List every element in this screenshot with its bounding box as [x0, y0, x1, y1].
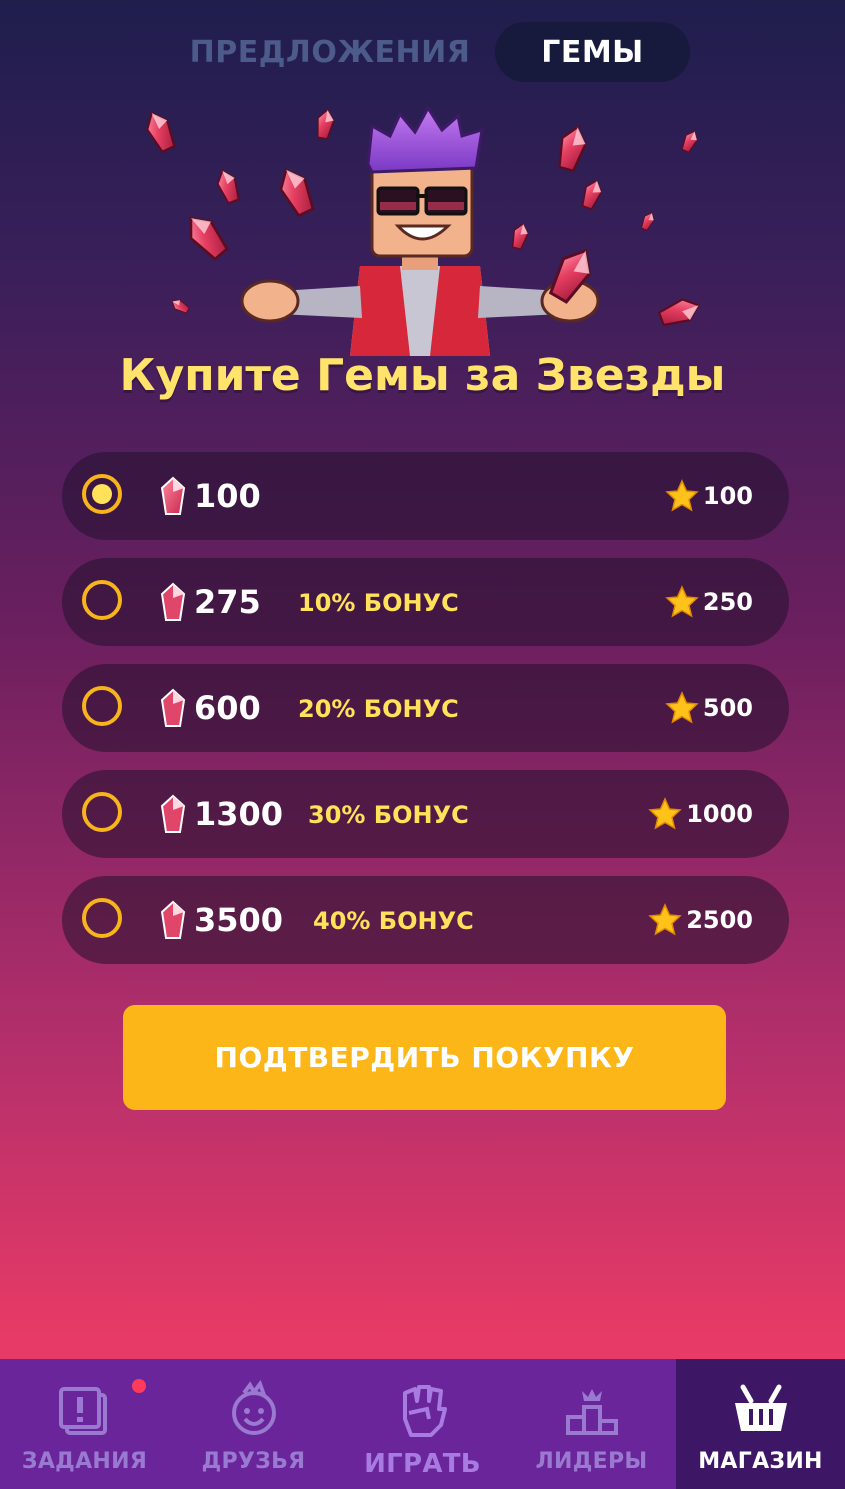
radio-button[interactable] [82, 792, 122, 832]
star-icon [665, 691, 699, 724]
nav-label: ЗАДАНИЯ [21, 1449, 148, 1474]
bonus-label: 30% БОНУС [308, 801, 469, 829]
gem-icon [160, 794, 186, 833]
basket-icon [734, 1384, 787, 1431]
nav-label: ЛИДЕРЫ [535, 1449, 648, 1474]
page-headline: Купите Гемы за Звезды [119, 350, 726, 401]
nav-label: МАГАЗИН [698, 1449, 823, 1474]
gem-package-option[interactable]: 1300 30% БОНУС 1000 [62, 770, 789, 858]
podium-icon [565, 1389, 618, 1435]
notification-dot [132, 1379, 146, 1393]
nav-item-friends[interactable]: ДРУЗЬЯ [169, 1359, 338, 1489]
price: 1000 [648, 794, 753, 834]
price: 500 [665, 688, 753, 728]
star-icon [648, 797, 682, 830]
tab-gems[interactable]: ГЕМЫ [495, 22, 690, 82]
nav-label: ИГРАТЬ [364, 1449, 481, 1479]
gem-package-option[interactable]: 100 100 [62, 452, 789, 540]
friends-icon [231, 1379, 276, 1435]
gem-package-option[interactable]: 3500 40% БОНУС 2500 [62, 876, 789, 964]
gem-icon [160, 582, 186, 621]
star-icon [665, 585, 699, 618]
price: 250 [665, 582, 753, 622]
shop-tabs: ПРЕДЛОЖЕНИЯ ГЕМЫ [0, 22, 845, 86]
price-value: 2500 [686, 906, 753, 934]
price: 2500 [648, 900, 753, 940]
gem-amount: 275 [194, 583, 261, 621]
radio-button-selected[interactable] [82, 474, 122, 514]
gem-icon [160, 476, 186, 515]
price-value: 1000 [686, 800, 753, 828]
star-icon [648, 903, 682, 936]
star-icon [665, 479, 699, 512]
gem-amount: 100 [194, 477, 261, 515]
gem-package-option[interactable]: 275 10% БОНУС 250 [62, 558, 789, 646]
gem-package-option[interactable]: 600 20% БОНУС 500 [62, 664, 789, 752]
nav-item-tasks[interactable]: ЗАДАНИЯ [0, 1359, 169, 1489]
bonus-label: 10% БОНУС [298, 589, 459, 617]
price-value: 250 [702, 588, 753, 616]
gem-icon [160, 900, 186, 939]
nav-item-play[interactable]: ИГРАТЬ [338, 1359, 507, 1489]
price-value: 100 [702, 482, 753, 510]
confirm-purchase-button[interactable]: ПОДТВЕРДИТЬ ПОКУПКУ [123, 1005, 726, 1110]
gem-amount: 600 [194, 689, 261, 727]
gem-amount: 1300 [194, 795, 284, 833]
fist-icon [402, 1385, 447, 1437]
gem-icon [160, 688, 186, 727]
bonus-label: 20% БОНУС [298, 695, 459, 723]
nav-item-leaders[interactable]: ЛИДЕРЫ [507, 1359, 676, 1489]
tasks-icon [58, 1387, 107, 1435]
radio-button[interactable] [82, 898, 122, 938]
bonus-label: 40% БОНУС [313, 907, 474, 935]
bottom-navigation: ЗАДАНИЯ ДРУЗЬЯ ИГРАТЬ ЛИДЕРЫ МАГАЗИН [0, 1359, 845, 1489]
price-value: 500 [702, 694, 753, 722]
radio-button[interactable] [82, 580, 122, 620]
radio-button[interactable] [82, 686, 122, 726]
nav-label: ДРУЗЬЯ [201, 1449, 306, 1474]
gem-amount: 3500 [194, 901, 284, 939]
gem-package-list: 100 100 275 10% БОНУС 250 600 20% БОНУС … [62, 452, 789, 982]
shop-screen: ПРЕДЛОЖЕНИЯ ГЕМЫ Купите Гемы за Звезды 1… [0, 0, 845, 1489]
price: 100 [665, 476, 753, 516]
hero-character-illustration [140, 105, 704, 356]
tab-offers[interactable]: ПРЕДЛОЖЕНИЯ [180, 22, 480, 82]
nav-item-shop[interactable]: МАГАЗИН [676, 1359, 845, 1489]
